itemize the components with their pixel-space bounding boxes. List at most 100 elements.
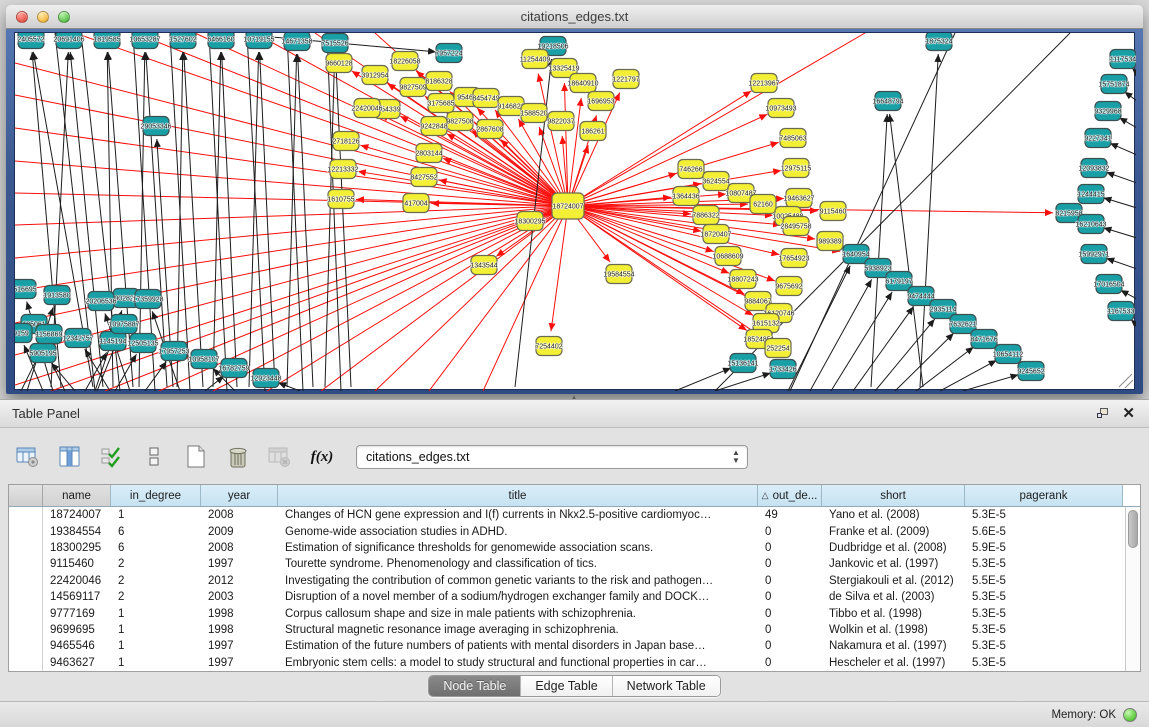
- column-header-title[interactable]: title: [278, 485, 758, 506]
- network-node-label: 9660128: [325, 61, 352, 68]
- network-node-label: 18300295: [514, 219, 545, 226]
- network-node-label: 16648794: [872, 99, 903, 106]
- cell-pagerank: 5.5E-5: [965, 575, 1123, 587]
- network-node-label: 12093832: [1078, 166, 1109, 173]
- dropdown-stepper-icon: ▲▼: [729, 449, 747, 465]
- network-node-label: 6466160: [207, 37, 234, 44]
- network-node-label: 8454749: [472, 96, 499, 103]
- delete-table-button[interactable]: [220, 441, 256, 473]
- table-row[interactable]: 1456911722003Disruption of a novel membe…: [9, 589, 1125, 605]
- cell-out_de: 0: [758, 657, 822, 669]
- sort-ascending-icon: △: [762, 490, 769, 501]
- network-node-label: 1156869: [36, 332, 63, 339]
- table-row[interactable]: 1830029562008Estimation of significance …: [9, 540, 1125, 556]
- network-node-label: 29053346: [140, 124, 171, 131]
- table-row[interactable]: 911546021997Tourette syndrome. Phenomeno…: [9, 556, 1125, 572]
- network-node-label: 20691406: [53, 37, 84, 44]
- cell-short: Stergiakouli et al. (2012): [822, 575, 965, 587]
- close-panel-icon[interactable]: ✕: [1122, 408, 1135, 420]
- function-builder-button[interactable]: f(x): [304, 441, 340, 473]
- table-row[interactable]: 1872400712008Changes of HCN gene express…: [9, 507, 1125, 523]
- delete-column-button-disabled[interactable]: [262, 441, 298, 473]
- close-window-icon[interactable]: [16, 11, 28, 23]
- network-node-label: 15751874: [1098, 82, 1129, 89]
- network-node-label: 10958107: [188, 357, 219, 364]
- table-panel-header: Table Panel ✕: [0, 399, 1149, 428]
- cell-title: Embryonic stem cells: a model to study s…: [278, 657, 758, 669]
- network-node-label: 10975887: [108, 322, 139, 329]
- cell-title: Genome-wide association studies in ADHD.: [278, 526, 758, 538]
- table-header-row: namein_degreeyeartitle△out_de...shortpag…: [9, 485, 1140, 507]
- memory-ok-icon: [1123, 708, 1137, 722]
- minimize-window-icon[interactable]: [37, 11, 49, 23]
- network-node-label: 1167533: [1108, 309, 1135, 316]
- tab-edge-table[interactable]: Edge Table: [521, 676, 612, 696]
- select-all-rows-button[interactable]: [94, 441, 130, 473]
- table-settings-button[interactable]: [10, 441, 46, 473]
- canvas-resize-grip[interactable]: [1119, 374, 1133, 388]
- zoom-window-icon[interactable]: [58, 11, 70, 23]
- network-node-label: 9227341: [1084, 136, 1111, 143]
- network-node-label: 20206536: [85, 299, 116, 306]
- new-table-button[interactable]: [178, 441, 214, 473]
- network-node-label: 9245652: [1017, 369, 1044, 376]
- cell-short: Tibbo et al. (1998): [822, 608, 965, 620]
- table-row[interactable]: 946362711997Embryonic stem cells: a mode…: [9, 655, 1125, 671]
- network-node-label: 11254409: [520, 57, 551, 64]
- network-node-label: 1527602: [169, 37, 196, 44]
- network-node-label: 17016504: [1093, 282, 1124, 289]
- network-node-label: 5905195: [29, 351, 56, 358]
- network-node-label: 16210643: [1075, 222, 1106, 229]
- network-node-label: 10654112: [993, 352, 1024, 359]
- network-node-label: 12505135: [127, 341, 158, 348]
- network-node-label: 7957224: [435, 51, 462, 58]
- column-header-year[interactable]: year: [201, 485, 278, 506]
- column-header-short[interactable]: short: [822, 485, 965, 506]
- network-node-label: 22420046: [351, 106, 382, 113]
- tab-network-table[interactable]: Network Table: [613, 676, 720, 696]
- network-node-label: 1364436: [672, 194, 699, 201]
- float-panel-icon[interactable]: [1097, 408, 1110, 420]
- network-node-label: 1913580: [43, 293, 70, 300]
- table-row[interactable]: 969969511998Structural magnetic resonanc…: [9, 622, 1125, 638]
- cell-year: 1997: [201, 657, 278, 669]
- memory-status-label: Memory: OK: [1051, 709, 1116, 721]
- column-header-in_degree[interactable]: in_degree: [111, 485, 201, 506]
- table-select-dropdown[interactable]: citations_edges.txt ▲▼: [356, 445, 748, 469]
- column-header-name[interactable]: name: [43, 485, 111, 506]
- cell-title: Corpus callosum shape and size in male p…: [278, 608, 758, 620]
- cell-out_de: 0: [758, 575, 822, 587]
- cell-in_degree: 1: [111, 509, 201, 521]
- network-node-label: 7515526: [321, 41, 348, 48]
- show-columns-button[interactable]: [52, 441, 88, 473]
- network-node-label: 1875324: [925, 39, 952, 46]
- network-canvas[interactable]: 2405572206914061819585106532871527602646…: [14, 32, 1135, 390]
- cell-pagerank: 5.3E-5: [965, 509, 1123, 521]
- network-node-label: 19584554: [603, 272, 634, 279]
- window-titlebar[interactable]: citations_edges.txt: [6, 5, 1143, 29]
- cell-name: 9777169: [43, 608, 111, 620]
- network-node-label: 17359928: [132, 297, 163, 304]
- column-header-out_de[interactable]: △out_de...: [758, 485, 822, 506]
- network-node-label: 12213332: [327, 167, 358, 174]
- network-node-label: 9242848: [420, 124, 447, 131]
- cell-out_de: 0: [758, 608, 822, 620]
- table-row[interactable]: 946554611997Estimation of the future num…: [9, 638, 1125, 654]
- table-row[interactable]: 977716911998Corpus callosum shape and si…: [9, 605, 1125, 621]
- table-scrollbar-thumb[interactable]: [1128, 510, 1138, 548]
- status-bar: Memory: OK: [0, 701, 1149, 727]
- cell-short: Wolkin et al. (1998): [822, 624, 965, 636]
- network-node-label: 12213967: [748, 81, 779, 88]
- network-node-label: 17654923: [778, 256, 809, 263]
- table-row[interactable]: 1938455462009Genome-wide association stu…: [9, 523, 1125, 539]
- clear-row-selection-button[interactable]: [136, 441, 172, 473]
- network-node-label: 9822037: [547, 119, 574, 126]
- network-node-label: 1145194: [100, 339, 127, 346]
- table-scrollbar[interactable]: [1125, 507, 1140, 671]
- table-corner-gutter: [9, 485, 43, 506]
- network-node-label: 2803144: [415, 151, 442, 158]
- tab-node-table[interactable]: Node Table: [429, 676, 521, 696]
- network-node-label: 1221797: [612, 77, 639, 84]
- column-header-pagerank[interactable]: pagerank: [965, 485, 1123, 506]
- table-row[interactable]: 2242004622012Investigating the contribut…: [9, 573, 1125, 589]
